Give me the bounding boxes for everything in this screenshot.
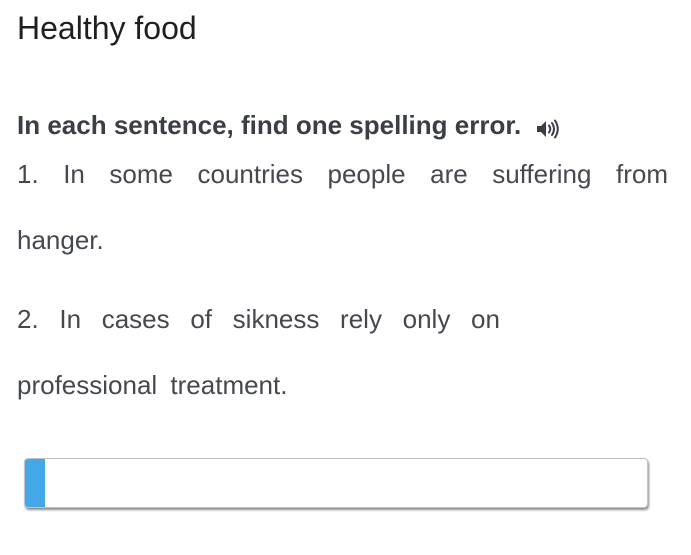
sentence-1-line-2: hanger. xyxy=(17,225,104,255)
word: In xyxy=(63,159,85,189)
word: countries xyxy=(197,159,304,189)
speaker-icon[interactable] xyxy=(535,114,561,139)
word: from xyxy=(615,159,668,189)
word: cases xyxy=(101,304,170,334)
sentence-1-line-1: 1. In some countries people are sufferin… xyxy=(17,157,668,191)
word: 2. xyxy=(17,304,39,334)
word: In xyxy=(59,304,82,334)
word: rely xyxy=(340,304,382,334)
word: only xyxy=(402,304,451,334)
word: 1. xyxy=(17,159,39,189)
answer-accent-bar xyxy=(25,459,45,507)
instruction-text: In each sentence, find one spelling erro… xyxy=(17,110,522,140)
page-title: Healthy food xyxy=(17,10,197,46)
answer-box[interactable] xyxy=(24,458,648,508)
sentence-2-line-2: professional treatment. xyxy=(17,370,288,400)
word: some xyxy=(109,159,173,189)
sentence-2-line-1: 2. In cases of sikness rely only on xyxy=(17,302,500,336)
word: people xyxy=(327,159,406,189)
word: on xyxy=(471,304,500,334)
word: are xyxy=(430,159,468,189)
instruction-row: In each sentence, find one spelling erro… xyxy=(17,108,561,142)
word: of xyxy=(190,304,212,334)
word: suffering xyxy=(492,159,592,189)
word: sikness xyxy=(232,304,320,334)
sentence-1: 1. In some countries people are sufferin… xyxy=(17,157,668,257)
answer-input[interactable] xyxy=(47,459,647,507)
sentence-2: 2. In cases of sikness rely only on prof… xyxy=(17,302,500,402)
